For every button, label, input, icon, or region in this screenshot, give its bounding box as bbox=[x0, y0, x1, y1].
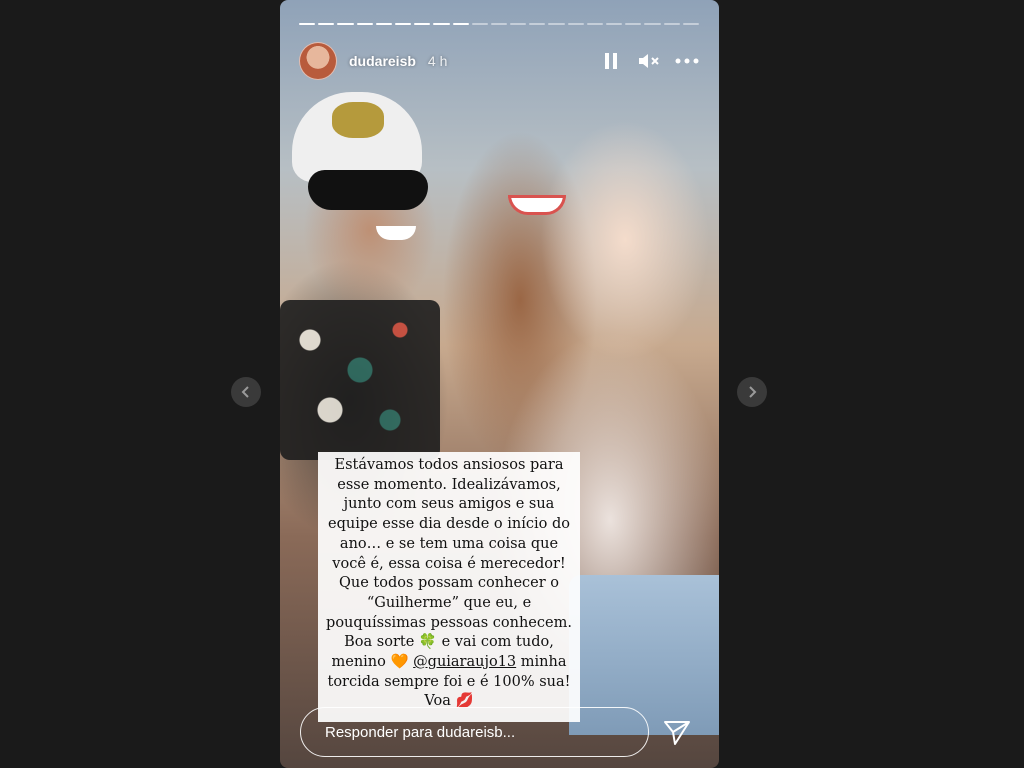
progress-segment bbox=[318, 23, 335, 25]
caption-text-start: Estávamos todos ansiosos para esse momen… bbox=[326, 457, 572, 671]
story-time: 4 h bbox=[427, 53, 448, 69]
progress-segment bbox=[452, 23, 469, 25]
story-progress-bar bbox=[299, 23, 699, 26]
progress-segment bbox=[682, 23, 699, 25]
progress-segment bbox=[356, 23, 373, 25]
send-icon[interactable] bbox=[662, 718, 692, 748]
progress-segment bbox=[299, 23, 316, 25]
story-caption: Estávamos todos ansiosos para esse momen… bbox=[318, 452, 580, 723]
progress-segment bbox=[548, 23, 565, 25]
progress-segment bbox=[510, 23, 527, 25]
avatar[interactable] bbox=[299, 42, 337, 80]
caption-mention-link[interactable]: @guiaraujo13 bbox=[413, 654, 516, 670]
story-controls bbox=[599, 49, 699, 73]
progress-segment bbox=[606, 23, 623, 25]
story-photo-cap bbox=[292, 92, 422, 182]
progress-segment bbox=[471, 23, 488, 25]
story-photo-sunglasses bbox=[308, 170, 428, 210]
progress-segment bbox=[625, 23, 642, 25]
progress-segment bbox=[586, 23, 603, 25]
speaker-muted-icon[interactable] bbox=[637, 49, 661, 73]
chevron-right-icon[interactable] bbox=[737, 377, 767, 407]
progress-segment bbox=[644, 23, 661, 25]
progress-segment bbox=[337, 23, 354, 25]
progress-segment bbox=[567, 23, 584, 25]
progress-segment bbox=[433, 23, 450, 25]
chevron-left-icon[interactable] bbox=[231, 377, 261, 407]
story-photo-shirt bbox=[280, 300, 440, 460]
story-viewer[interactable]: dudareisb 4 h Estávamos todos ansiosos p… bbox=[280, 0, 719, 768]
cap-logo bbox=[332, 102, 384, 138]
pause-icon[interactable] bbox=[599, 49, 623, 73]
story-header: dudareisb 4 h bbox=[299, 40, 699, 82]
progress-segment bbox=[394, 23, 412, 25]
story-username[interactable]: dudareisb bbox=[349, 53, 416, 69]
progress-segment bbox=[663, 23, 680, 25]
progress-segment bbox=[529, 23, 546, 25]
progress-segment bbox=[414, 23, 431, 25]
story-photo-smile-left bbox=[376, 226, 416, 240]
reply-placeholder: Responder para dudareisb... bbox=[325, 723, 516, 741]
more-horizontal-icon[interactable] bbox=[675, 49, 699, 73]
reply-input[interactable]: Responder para dudareisb... bbox=[300, 707, 649, 757]
story-photo-smile-right bbox=[508, 195, 566, 215]
progress-segment bbox=[375, 23, 392, 25]
progress-segment bbox=[490, 23, 508, 25]
